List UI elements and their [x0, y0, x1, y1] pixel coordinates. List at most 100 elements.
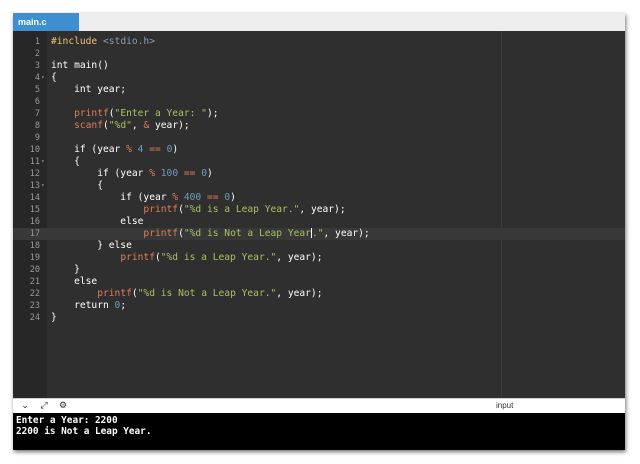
code-token: ,	[131, 120, 144, 131]
code-token: }	[51, 312, 57, 323]
code-token: , year);	[276, 288, 323, 299]
code-token: "%d is a Leap Year."	[160, 252, 277, 263]
line-number: 10	[29, 145, 40, 155]
code-text: }	[51, 264, 80, 276]
code-token: if (year	[51, 144, 127, 155]
code-token: )	[172, 144, 179, 155]
code-text: {	[51, 156, 80, 168]
code-line[interactable]: 12 if (year % 100 == 0)	[13, 168, 625, 180]
code-token: scanf	[74, 120, 103, 131]
code-token: else	[51, 216, 144, 227]
output-console[interactable]: Enter a Year: 2200 2200 is Not a Leap Ye…	[13, 413, 625, 450]
fold-toggle-icon[interactable]: ▾	[41, 180, 45, 192]
chevron-down-icon[interactable]: ⌄	[19, 400, 31, 412]
code-line[interactable]: 16 else	[13, 216, 625, 228]
code-text: return 0;	[51, 300, 126, 312]
tab-main-c[interactable]: main.c	[13, 13, 79, 31]
code-token: , year);	[276, 252, 323, 263]
code-line[interactable]: 4 ▾ {	[13, 72, 625, 84]
line-number: 7	[34, 109, 40, 119]
line-number: 17	[29, 229, 40, 239]
ide-window: main.c 1 #include <stdio.h> 2 3 int main() 4 ▾…	[13, 13, 625, 450]
code-text: #include <stdio.h>	[51, 36, 155, 48]
line-number: 22	[29, 289, 40, 299]
code-text: if (year % 4 == 0)	[51, 144, 178, 156]
code-token: ==	[149, 144, 161, 155]
line-number: 5	[34, 85, 40, 95]
code-line[interactable]: 3 int main()	[13, 60, 625, 72]
code-text: }	[51, 312, 57, 324]
code-token: )	[230, 192, 236, 203]
code-token: printf	[143, 204, 179, 215]
line-number: 16	[29, 217, 40, 227]
code-text: if (year % 100 == 0)	[51, 168, 213, 180]
code-token: if (year	[51, 192, 173, 203]
code-token: #include	[51, 36, 98, 47]
code-token: printf	[120, 252, 155, 263]
fold-toggle-icon[interactable]: ▾	[41, 72, 45, 84]
code-text: printf("%d is a Leap Year.", year);	[51, 204, 346, 216]
code-token: "%d is Not a Leap Year."	[137, 288, 277, 299]
code-line[interactable]: 8 scanf("%d", & year);	[13, 120, 625, 132]
line-number: 1	[34, 37, 40, 47]
code-line[interactable]: 17 printf("%d is Not a Leap Year.", year…	[13, 228, 625, 240]
code-line[interactable]: 23 return 0;	[13, 300, 625, 312]
code-line[interactable]: 15 printf("%d is a Leap Year.", year);	[13, 204, 625, 216]
line-number: 4	[34, 73, 40, 83]
line-number: 11	[29, 157, 40, 167]
code-line[interactable]: 1 #include <stdio.h>	[13, 36, 625, 48]
code-token: if (year	[51, 168, 150, 179]
run-icon[interactable]: ⚙	[57, 400, 69, 412]
code-line[interactable]: 11 ▾ {	[13, 156, 625, 168]
line-number: 13	[29, 181, 40, 191]
code-line[interactable]: 10 if (year % 4 == 0)	[13, 144, 625, 156]
code-line[interactable]: 13 ▾ {	[13, 180, 625, 192]
code-line[interactable]: 20 }	[13, 264, 625, 276]
code-line[interactable]: 5 int year;	[13, 84, 625, 96]
code-token: "%d is a Leap Year."	[183, 204, 300, 215]
code-editor[interactable]: 1 #include <stdio.h> 2 3 int main() 4 ▾{5 int …	[13, 31, 625, 398]
line-number: 18	[29, 241, 40, 251]
code-token: 100	[160, 168, 179, 179]
fold-toggle-icon[interactable]: ▾	[41, 156, 45, 168]
console-line: 2200 is Not a Leap Year.	[16, 426, 152, 437]
code-text: else	[51, 216, 143, 228]
line-number: 8	[34, 121, 40, 131]
code-token: else	[51, 276, 98, 287]
line-number: 23	[29, 301, 40, 311]
code-token: ==	[206, 192, 219, 203]
code-token: printf	[74, 108, 109, 119]
code-line[interactable]: 7 printf("Enter a Year: ");	[13, 108, 625, 120]
code-line[interactable]: 9	[13, 132, 625, 144]
code-line[interactable]: 21 else	[13, 276, 625, 288]
code-text: int year;	[51, 84, 126, 96]
line-number: 15	[29, 205, 40, 215]
code-text: printf("%d is Not a Leap Year.", year);	[51, 228, 370, 240]
code-line[interactable]: 14 if (year % 400 == 0)	[13, 192, 625, 204]
code-text: int main()	[51, 60, 109, 72]
code-token: ==	[183, 168, 196, 179]
code-line[interactable]: 2	[13, 48, 625, 60]
code-token: printf	[143, 228, 179, 239]
code-line[interactable]: 18 } else	[13, 240, 625, 252]
tab-bar: main.c	[13, 13, 625, 32]
console-line: Enter a Year: 2200	[16, 415, 118, 426]
code-line[interactable]: 24}	[13, 312, 625, 324]
line-number: 12	[29, 169, 40, 179]
code-token: , year);	[299, 204, 346, 215]
code-token: , year);	[323, 228, 370, 239]
expand-icon[interactable]: ⤢	[38, 400, 50, 412]
line-number: 24	[29, 313, 40, 323]
code-token: "%d is Not a Leap Year	[183, 228, 311, 239]
code-token: int main()	[51, 60, 109, 71]
code-line[interactable]: 6	[13, 96, 625, 108]
code-token: printf	[97, 288, 132, 299]
code-token: );	[206, 108, 219, 119]
code-line[interactable]: 19 printf("%d is a Leap Year.", year);	[13, 252, 625, 264]
code-token: return	[51, 300, 115, 311]
code-line[interactable]: 22 printf("%d is Not a Leap Year.", year…	[13, 288, 625, 300]
